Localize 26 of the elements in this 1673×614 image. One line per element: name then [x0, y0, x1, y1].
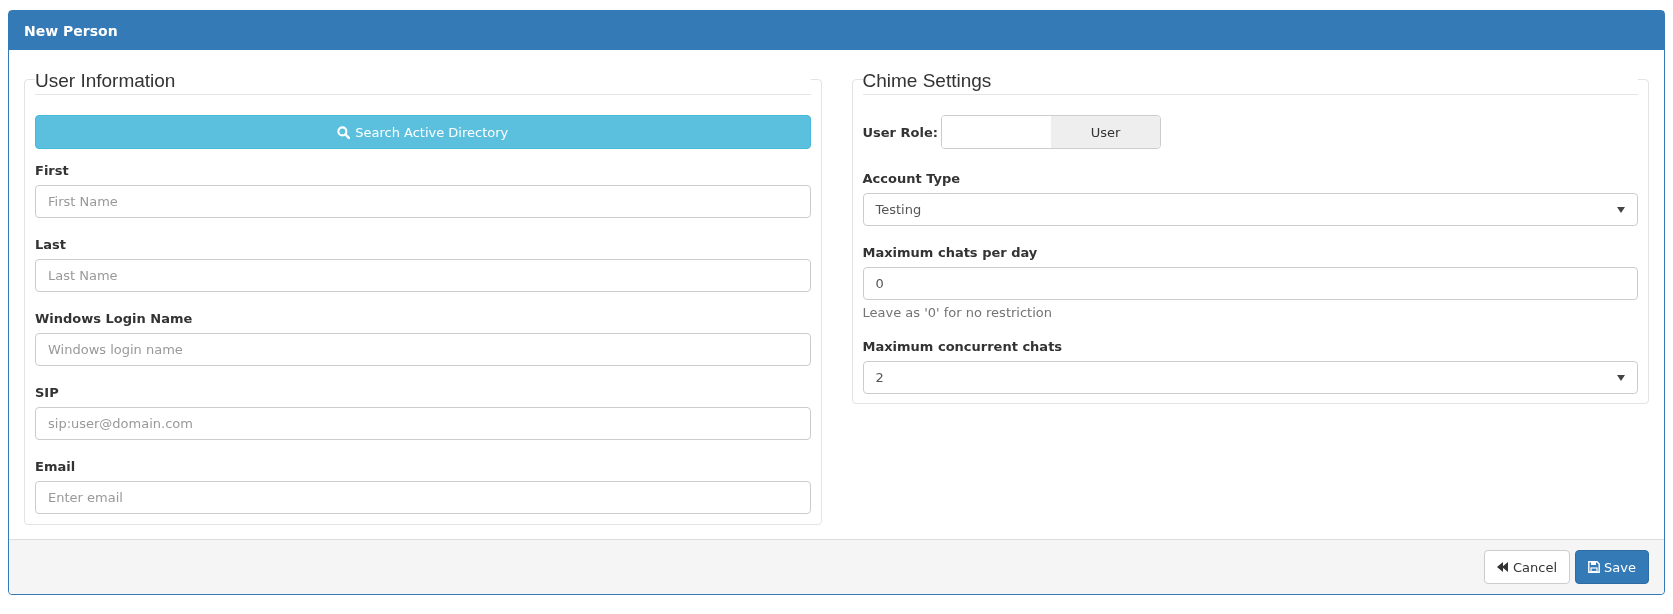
search-icon [337, 125, 351, 139]
field-label: Account Type [862, 171, 962, 186]
input-field[interactable]: sip:user@domain.com [35, 407, 811, 440]
help-text: Leave as '0' for no restriction [862, 305, 1053, 320]
dropdown[interactable]: 2 [862, 361, 1638, 394]
field-label: Windows Login Name [35, 311, 194, 326]
dropdown[interactable]: Testing [862, 193, 1638, 226]
caret-icon [1617, 374, 1625, 381]
field-label: SIP [35, 385, 60, 400]
input-field[interactable]: 0 [862, 267, 1638, 300]
cancel-button[interactable]: Cancel [1484, 550, 1571, 584]
input-field[interactable]: Last Name [35, 259, 811, 292]
role-toggle[interactable]: User [940, 115, 1161, 149]
field-label: First [35, 163, 70, 178]
field-label: Maximum chats per day [862, 245, 1039, 260]
field-label: Last [35, 237, 67, 252]
input-field[interactable]: Windows login name [35, 333, 811, 366]
input-field[interactable]: First Name [35, 185, 811, 218]
field-label: User Role: [862, 124, 938, 140]
field-label: Email [35, 459, 77, 474]
caret-icon [1617, 206, 1625, 213]
save-button[interactable]: Save [1575, 550, 1649, 584]
dialog-title: New Person [24, 22, 118, 39]
field-label: Maximum concurrent chats [862, 339, 1064, 354]
rewind-icon [1497, 562, 1510, 572]
input-field[interactable]: Enter email [35, 481, 811, 514]
